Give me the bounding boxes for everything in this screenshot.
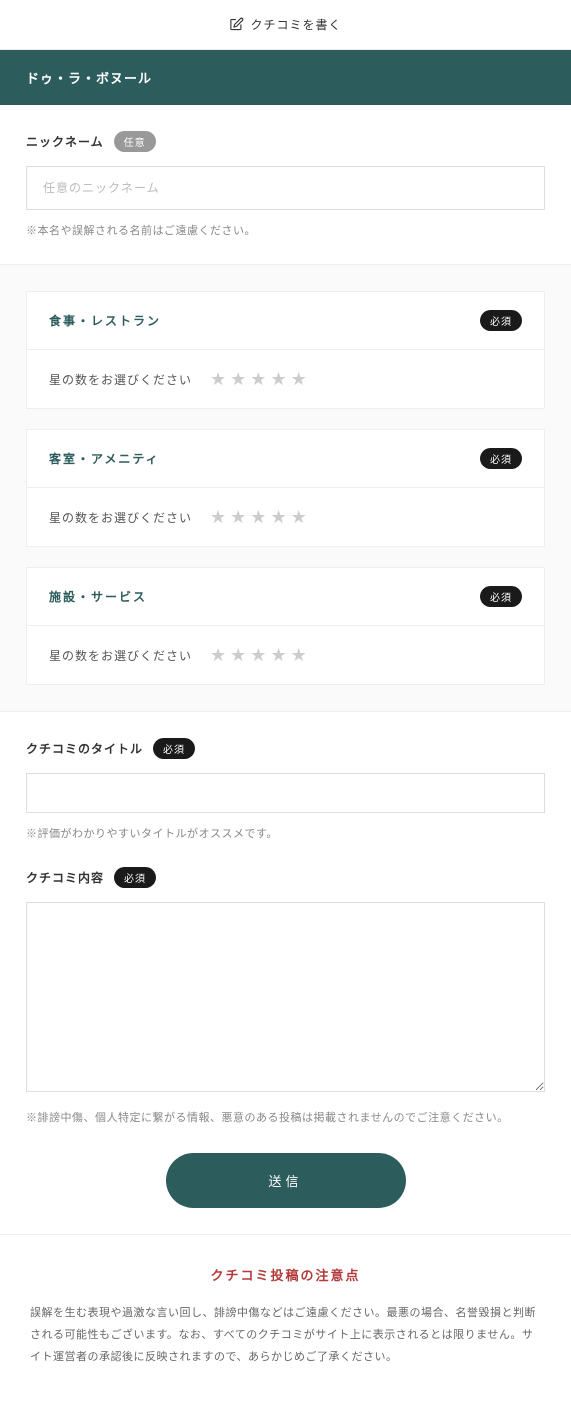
rating-head: 施設・サービス 必須	[27, 568, 544, 626]
optional-badge: 任意	[114, 131, 156, 152]
required-badge: 必須	[480, 310, 522, 331]
notice-section: クチコミ投稿の注意点 誤解を生む表現や過激な言い回し、誹謗中傷などはご遠慮くださ…	[0, 1235, 571, 1404]
review-text-section: クチコミのタイトル 必須 ※評価がわかりやすいタイトルがオススメです。 クチコミ…	[0, 712, 571, 1235]
submit-button[interactable]: 送信	[166, 1153, 406, 1208]
rating-body: 星の数をお選びください ★ ★ ★ ★ ★	[27, 488, 544, 546]
ratings-section: 食事・レストラン 必須 星の数をお選びください ★ ★ ★ ★ ★ 客室・アメニ…	[0, 265, 571, 712]
nickname-label-row: ニックネーム 任意	[26, 131, 545, 152]
title-label: クチコミのタイトル	[26, 740, 143, 757]
nickname-hint: ※本名や誤解される名前はご遠慮ください。	[26, 222, 545, 238]
property-name: ドゥ・ラ・ボヌール	[26, 71, 152, 86]
nickname-section: ニックネーム 任意 ※本名や誤解される名前はご遠慮ください。	[0, 105, 571, 265]
rating-block-facility: 施設・サービス 必須 星の数をお選びください ★ ★ ★ ★ ★	[26, 567, 545, 685]
star-icon[interactable]: ★	[291, 646, 307, 664]
rating-title: 客室・アメニティ	[49, 450, 160, 467]
star-icon[interactable]: ★	[210, 646, 226, 664]
required-badge: 必須	[480, 586, 522, 607]
rating-block-room: 客室・アメニティ 必須 星の数をお選びください ★ ★ ★ ★ ★	[26, 429, 545, 547]
title-hint: ※評価がわかりやすいタイトルがオススメです。	[26, 825, 545, 841]
star-rating[interactable]: ★ ★ ★ ★ ★	[210, 508, 307, 526]
rating-head: 食事・レストラン 必須	[27, 292, 544, 350]
star-icon[interactable]: ★	[250, 370, 266, 388]
star-icon[interactable]: ★	[270, 508, 286, 526]
rating-prompt: 星の数をお選びください	[49, 371, 192, 388]
nickname-label: ニックネーム	[26, 133, 104, 150]
star-icon[interactable]: ★	[210, 508, 226, 526]
star-icon[interactable]: ★	[250, 508, 266, 526]
title-label-row: クチコミのタイトル 必須	[26, 738, 545, 759]
rating-head: 客室・アメニティ 必須	[27, 430, 544, 488]
notice-title: クチコミ投稿の注意点	[30, 1265, 541, 1284]
rating-prompt: 星の数をお選びください	[49, 509, 192, 526]
star-icon[interactable]: ★	[291, 508, 307, 526]
rating-block-food: 食事・レストラン 必須 星の数をお選びください ★ ★ ★ ★ ★	[26, 291, 545, 409]
review-content-textarea[interactable]	[26, 902, 545, 1092]
star-icon[interactable]: ★	[270, 646, 286, 664]
submit-row: 送信	[26, 1125, 545, 1208]
required-badge: 必須	[480, 448, 522, 469]
content-label-row: クチコミ内容 必須	[26, 867, 545, 888]
star-icon[interactable]: ★	[230, 370, 246, 388]
rating-title: 施設・サービス	[49, 588, 147, 605]
property-name-bar: ドゥ・ラ・ボヌール	[0, 50, 571, 105]
rating-prompt: 星の数をお選びください	[49, 647, 192, 664]
required-badge: 必須	[153, 738, 195, 759]
content-label: クチコミ内容	[26, 869, 104, 886]
star-rating[interactable]: ★ ★ ★ ★ ★	[210, 646, 307, 664]
notice-text: 誤解を生む表現や過激な言い回し、誹謗中傷などはご遠慮ください。最悪の場合、名誉毀…	[30, 1302, 541, 1368]
page-title: クチコミを書く	[250, 16, 341, 33]
write-icon	[229, 17, 244, 32]
nickname-input[interactable]	[26, 166, 545, 210]
star-icon[interactable]: ★	[250, 646, 266, 664]
rating-title: 食事・レストラン	[49, 312, 161, 329]
rating-body: 星の数をお選びください ★ ★ ★ ★ ★	[27, 626, 544, 684]
star-rating[interactable]: ★ ★ ★ ★ ★	[210, 370, 307, 388]
star-icon[interactable]: ★	[270, 370, 286, 388]
page-header: クチコミを書く	[0, 0, 571, 50]
star-icon[interactable]: ★	[230, 508, 246, 526]
required-badge: 必須	[114, 867, 156, 888]
review-title-input[interactable]	[26, 773, 545, 813]
content-hint: ※誹謗中傷、個人特定に繋がる情報、悪意のある投稿は掲載されませんのでご注意くださ…	[26, 1109, 545, 1125]
star-icon[interactable]: ★	[210, 370, 226, 388]
star-icon[interactable]: ★	[291, 370, 307, 388]
rating-body: 星の数をお選びください ★ ★ ★ ★ ★	[27, 350, 544, 408]
star-icon[interactable]: ★	[230, 646, 246, 664]
